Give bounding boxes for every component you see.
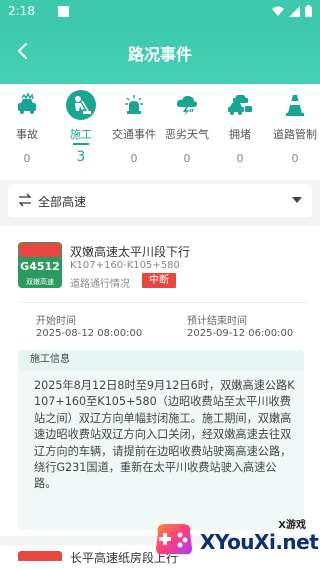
status-bar: 2:18: [0, 0, 320, 24]
tab-traffic-event[interactable]: 交通事件 0: [107, 90, 161, 176]
highway-filter-dropdown[interactable]: 全部高速: [8, 184, 312, 217]
status-badge: 中断: [142, 273, 176, 288]
tab-label: 施工: [70, 128, 92, 141]
watermark-text: XYouXi.net: [200, 530, 319, 554]
highway-code: G4512: [19, 257, 61, 277]
tab-congestion[interactable]: 拥堵 0: [213, 90, 267, 176]
tab-label: 交通事件: [112, 128, 156, 141]
construction-info-box: 施工信息 2025年8月12日8时至9月12日6时，双嫩高速公路K107+160…: [18, 350, 304, 530]
category-tabs: 事故 0 施工 3 交通事件 0 恶劣天气 0 拥堵 0 道路管制 0: [0, 84, 320, 180]
end-time-value: 2025-09-12 06:00:00: [187, 328, 294, 339]
tab-count: 0: [291, 152, 299, 165]
active-tab-indicator: [73, 143, 89, 145]
tab-count: 3: [76, 149, 86, 165]
tab-count: 0: [130, 152, 138, 165]
tab-label: 事故: [16, 128, 38, 141]
tab-bad-weather[interactable]: 恶劣天气 0: [160, 90, 214, 176]
start-time-value: 2025-08-12 08:00:00: [36, 328, 143, 339]
event-km: K107+160-K105+580: [70, 260, 180, 271]
car-crash-icon: [12, 90, 42, 120]
watermark-small-text: X游戏: [278, 520, 306, 531]
notification-icon: [58, 6, 69, 17]
filter-label: 全部高速: [38, 195, 87, 209]
info-body: 2025年8月12日8时至9月12日6时，双嫩高速公路K107+160至K105…: [34, 379, 295, 491]
event-card[interactable]: G4512 双嫩高速 双嫩高速太平川段下行 K107+160-K105+580 …: [0, 226, 320, 536]
traffic-cone-icon: [280, 90, 310, 120]
status-time: 2:18: [8, 4, 35, 18]
watermark: X游戏 XYouXi.net: [152, 510, 320, 569]
dropdown-arrow-icon: [292, 197, 302, 203]
tab-construction[interactable]: 施工 3: [54, 90, 108, 176]
highway-badge: G4512 双嫩高速: [18, 242, 62, 288]
tab-label: 道路管制: [273, 128, 317, 141]
tab-count: 0: [23, 152, 31, 165]
start-time-label: 开始时间: [36, 316, 76, 327]
construction-worker-icon: [66, 90, 96, 120]
page-title: 路况事件: [127, 45, 192, 64]
battery-icon: [305, 5, 312, 17]
tab-count: 0: [236, 152, 244, 165]
tab-road-control[interactable]: 道路管制 0: [268, 90, 320, 176]
signal-icon: [289, 5, 300, 17]
tab-label: 恶劣天气: [165, 128, 209, 141]
tab-count: 0: [183, 152, 191, 165]
gamepad-logo-icon: [156, 524, 192, 555]
highway-badge: [18, 551, 62, 561]
traffic-jam-icon: [225, 90, 255, 120]
event-title: 双嫩高速太平川段下行: [70, 245, 191, 259]
storm-icon: [172, 90, 202, 120]
divider: [18, 302, 306, 303]
end-time-label: 预计结束时间: [187, 316, 247, 327]
police-light-icon: [119, 90, 149, 120]
info-title: 施工信息: [18, 350, 304, 370]
app-header: 路况事件: [0, 24, 320, 84]
status-icons: [272, 5, 312, 17]
swap-icon: [18, 193, 32, 207]
status-label: 道路通行情况: [70, 279, 130, 290]
tab-label: 拥堵: [229, 128, 251, 141]
highway-name: 双嫩高速: [19, 277, 61, 287]
tab-accident[interactable]: 事故 0: [0, 90, 54, 176]
wifi-icon: [272, 6, 284, 16]
